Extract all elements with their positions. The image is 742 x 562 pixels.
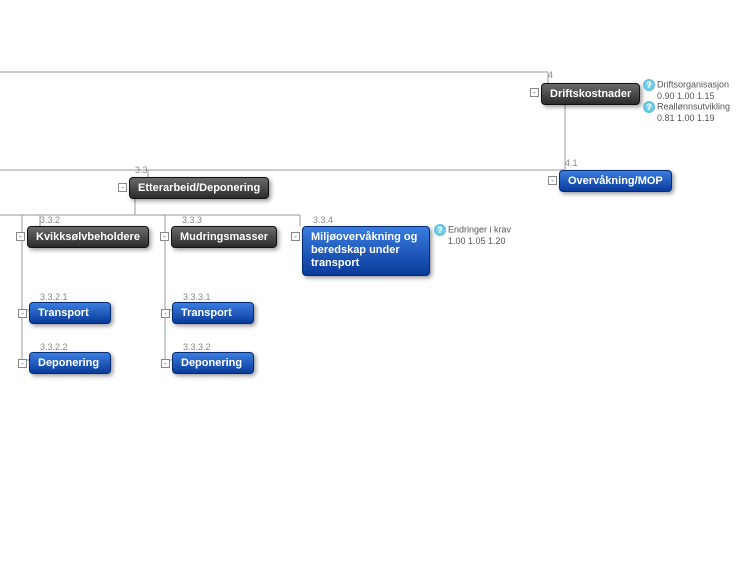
- node-index: 3.3: [135, 165, 148, 175]
- node-overvakning-mop[interactable]: Overvåkning/MOP: [559, 170, 672, 192]
- collapse-toggle[interactable]: -: [18, 359, 27, 368]
- node-kvikksolvbeholdere[interactable]: Kvikksølvbeholdere: [27, 226, 149, 248]
- node-index: 4: [548, 70, 553, 80]
- node-index: 3.3.2.1: [40, 292, 68, 302]
- node-index: 3.3.2: [40, 215, 60, 225]
- node-mudringsmasser[interactable]: Mudringsmasser: [171, 226, 277, 248]
- question-icon: ?: [643, 101, 655, 113]
- annotation-endringer-krav: ?Endringer i krav1.00 1.05 1.20: [434, 224, 511, 246]
- question-icon: ?: [643, 79, 655, 91]
- node-index: 3.3.4: [313, 215, 333, 225]
- collapse-toggle[interactable]: -: [530, 88, 539, 97]
- node-transport-3321[interactable]: Transport: [29, 302, 111, 324]
- collapse-toggle[interactable]: -: [118, 183, 127, 192]
- node-index: 3.3.3: [182, 215, 202, 225]
- collapse-toggle[interactable]: -: [16, 232, 25, 241]
- node-driftskostnader[interactable]: Driftskostnader: [541, 83, 640, 105]
- collapse-toggle[interactable]: -: [160, 232, 169, 241]
- node-transport-3331[interactable]: Transport: [172, 302, 254, 324]
- node-miljoovervakning[interactable]: Miljøovervåkning og beredskap under tran…: [302, 226, 430, 276]
- node-index: 3.3.2.2: [40, 342, 68, 352]
- annotation-driftsorganisasjon: ?Driftsorganisasjon0.90 1.00 1.15: [643, 79, 729, 101]
- node-index: 3.3.3.1: [183, 292, 211, 302]
- node-index: 3.3.3.2: [183, 342, 211, 352]
- node-deponering-3332[interactable]: Deponering: [172, 352, 254, 374]
- node-index: 4.1: [565, 158, 578, 168]
- node-deponering-3322[interactable]: Deponering: [29, 352, 111, 374]
- annotation-reallonnsutvikling: ?Reallønnsutvikling0.81 1.00 1.19: [643, 101, 730, 123]
- question-icon: ?: [434, 224, 446, 236]
- node-etterarbeid-deponering[interactable]: Etterarbeid/Deponering: [129, 177, 269, 199]
- collapse-toggle[interactable]: -: [161, 309, 170, 318]
- collapse-toggle[interactable]: -: [161, 359, 170, 368]
- collapse-toggle[interactable]: -: [18, 309, 27, 318]
- collapse-toggle[interactable]: -: [548, 176, 557, 185]
- collapse-toggle[interactable]: -: [291, 232, 300, 241]
